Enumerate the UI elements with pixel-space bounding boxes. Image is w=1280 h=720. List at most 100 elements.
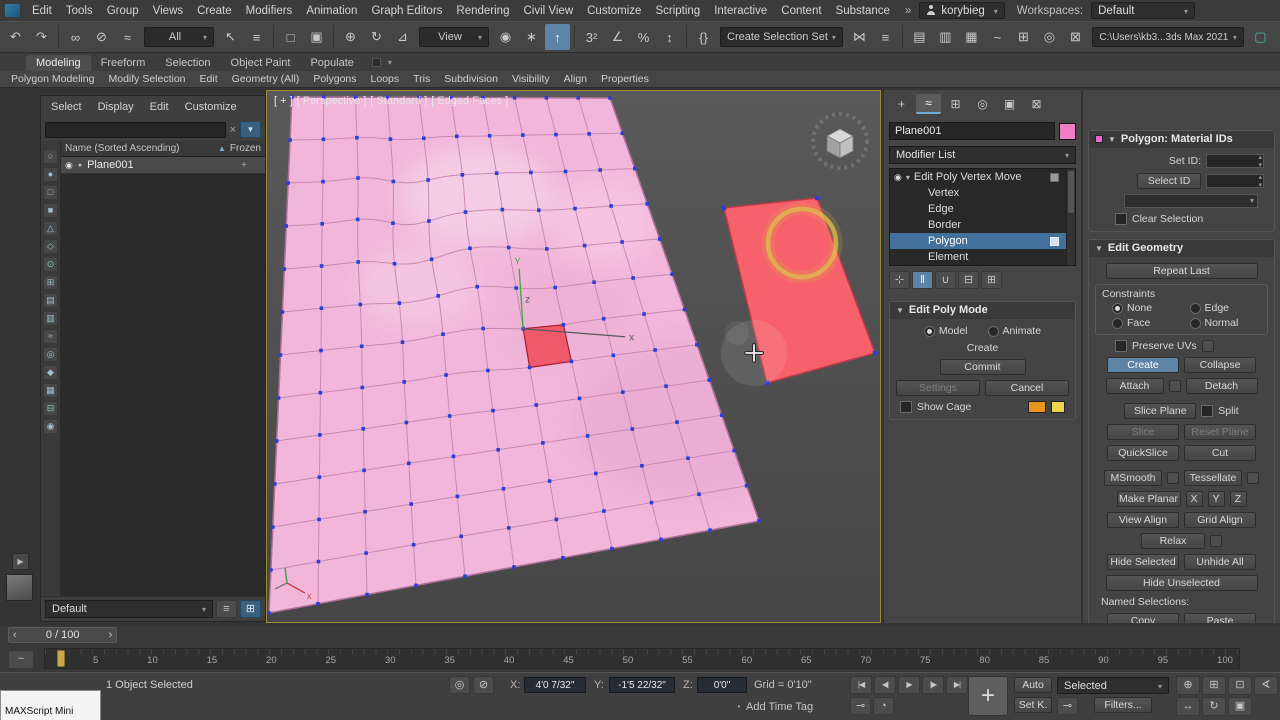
menu-item[interactable]: Create	[190, 3, 239, 19]
utilities-tab[interactable]: ⊠	[1024, 94, 1049, 114]
menu-item[interactable]: Civil View	[516, 3, 580, 19]
pan-icon[interactable]: ↔	[1176, 697, 1200, 716]
timeline-tick-label[interactable]: 90	[1098, 655, 1109, 666]
select-and-move-icon[interactable]: ⊕	[338, 24, 363, 50]
bind-to-spacewarp-icon[interactable]: ≈	[115, 24, 140, 50]
expand-toolbar-arrow[interactable]: ▶	[12, 553, 29, 570]
material-ids-header[interactable]: ▼ Polygon: Material IDs	[1089, 131, 1274, 148]
list-item-plane001[interactable]: ◉ ● Plane001 +	[61, 157, 265, 174]
curve-editor-icon[interactable]: ~	[985, 24, 1010, 50]
display-all-icon[interactable]: ○	[43, 149, 58, 164]
timeline-tick-label[interactable]: 65	[801, 655, 812, 666]
planar-z-button[interactable]: Z	[1229, 491, 1247, 507]
ribbon-panel-title[interactable]: Align	[557, 73, 594, 85]
named-selection-sets-dropdown[interactable]: Create Selection Set	[720, 27, 843, 47]
animate-radio[interactable]: Animate	[987, 325, 1041, 337]
display-frozen-icon[interactable]: ▦	[43, 383, 58, 398]
maxscript-mini-listener[interactable]: MAXScript Mini	[0, 690, 101, 720]
display-shapes-icon[interactable]: □	[43, 185, 58, 200]
display-spacewarps-icon[interactable]: ⊙	[43, 257, 58, 272]
workspace-dropdown[interactable]: Default	[1091, 2, 1196, 19]
ribbon-panel-title[interactable]: Properties	[594, 73, 656, 85]
scene-explorer-menu[interactable]: Display	[98, 101, 134, 113]
y-coord-field[interactable]: -1'5 22/32"	[609, 677, 675, 693]
modify-tab[interactable]: ≈	[916, 94, 941, 114]
mirror-icon[interactable]: ⋈	[847, 24, 872, 50]
view-align-button[interactable]: View Align	[1107, 512, 1179, 528]
constraint-face-radio[interactable]: Face	[1112, 317, 1184, 329]
toggle-scene-explorer-icon[interactable]: ▤	[907, 24, 932, 50]
relax-button[interactable]: Relax	[1141, 533, 1205, 549]
make-planar-button[interactable]: Make Planar	[1116, 491, 1181, 507]
model-radio[interactable]: Model	[923, 325, 968, 337]
viewport-label-segment[interactable]: [ Edged Faces ]	[431, 95, 508, 107]
maximize-viewport-icon[interactable]: ▣	[1228, 697, 1252, 716]
ribbon-panel-title[interactable]: Subdivision	[437, 73, 505, 85]
viewport-layout-thumbnail[interactable]	[6, 574, 33, 601]
create-button[interactable]: Create	[1107, 357, 1179, 373]
z-coord-field[interactable]: 0'0"	[697, 677, 747, 693]
key-filter-dropdown[interactable]: Selected	[1057, 677, 1169, 694]
field-of-view-icon[interactable]: ∢	[1254, 676, 1278, 695]
snaps-toggle-icon[interactable]: 3²	[579, 24, 604, 50]
rectangular-region-icon[interactable]: □	[278, 24, 303, 50]
time-slider-track[interactable]: ‹ 0 / 100 ›	[0, 626, 1280, 644]
render-frame-icon[interactable]: ▢	[1248, 24, 1273, 50]
commit-button[interactable]: Commit	[939, 359, 1026, 375]
menu-overflow-chevron[interactable]: »	[897, 5, 919, 17]
previous-frame-button[interactable]: ◀|	[874, 676, 896, 694]
scene-explorer-menu[interactable]: Select	[51, 101, 82, 113]
timeline-tick-label[interactable]: 15	[207, 655, 218, 666]
timeline-tick-label[interactable]: 70	[860, 655, 871, 666]
menu-item[interactable]: Views	[146, 3, 190, 19]
display-hidden-icon[interactable]: ⊟	[43, 401, 58, 416]
stack-item-edit-poly[interactable]: ◉ ▾ Edit Poly Vertex Move	[890, 169, 1075, 185]
select-id-button[interactable]: Select ID	[1137, 173, 1201, 189]
selected-cage-color-swatch[interactable]	[1051, 401, 1065, 413]
edit-named-selection-sets-icon[interactable]: {}	[691, 24, 716, 50]
viewport-canvas[interactable]: Y z x x	[267, 91, 880, 622]
constraint-normal-radio[interactable]: Normal	[1189, 317, 1262, 329]
reference-coordinate-dropdown[interactable]: View	[419, 27, 489, 47]
msmooth-button[interactable]: MSmooth	[1104, 470, 1162, 486]
select-object-icon[interactable]: ↖	[218, 24, 243, 50]
copy-button[interactable]: Copy	[1107, 613, 1179, 623]
schematic-view-icon[interactable]: ⊞	[1011, 24, 1036, 50]
select-id-spinner[interactable]	[1206, 173, 1264, 189]
motion-tab[interactable]: ◎	[970, 94, 995, 114]
edit-geometry-header[interactable]: ▼ Edit Geometry	[1089, 240, 1274, 257]
mini-curve-editor-button[interactable]: ~	[8, 650, 34, 669]
time-slider-handle[interactable]: ‹ 0 / 100 ›	[8, 627, 118, 643]
msmooth-settings-button[interactable]	[1167, 472, 1179, 484]
timeline-tick-label[interactable]: 95	[1158, 655, 1169, 666]
menu-item[interactable]: Customize	[580, 3, 648, 19]
select-and-scale-icon[interactable]: ⊿	[390, 24, 415, 50]
hide-unselected-button[interactable]: Hide Unselected	[1105, 575, 1258, 591]
orbit-icon[interactable]: ↻	[1202, 697, 1226, 716]
play-button[interactable]: ▶	[898, 676, 920, 694]
constraint-edge-radio[interactable]: Edge	[1189, 302, 1262, 314]
stack-item-element[interactable]: Element	[890, 249, 1075, 265]
detach-button[interactable]: Detach	[1185, 378, 1258, 394]
slice-button[interactable]: Slice	[1107, 424, 1179, 440]
select-and-link-icon[interactable]: ∞	[63, 24, 88, 50]
user-account-dropdown[interactable]: korybieg	[919, 2, 1005, 19]
scene-explorer-menu[interactable]: Customize	[185, 101, 237, 113]
quickslice-button[interactable]: QuickSlice	[1107, 445, 1179, 461]
pin-stack-icon[interactable]: ⊹	[889, 271, 910, 289]
ribbon-config-dropdown[interactable]	[371, 56, 392, 71]
menu-item[interactable]: Substance	[829, 3, 897, 19]
key-filters-toggle-icon[interactable]: ⊸	[1057, 697, 1078, 715]
menu-item[interactable]: Content	[774, 3, 828, 19]
planar-x-button[interactable]: X	[1185, 491, 1203, 507]
display-cameras-icon[interactable]: △	[43, 221, 58, 236]
timeline-tick-label[interactable]: 5	[93, 655, 98, 666]
x-coord-field[interactable]: 4'0 7/32"	[524, 677, 586, 693]
menu-item[interactable]: Animation	[299, 3, 364, 19]
preserve-uvs-settings-button[interactable]	[1201, 340, 1214, 352]
cage-color-swatch[interactable]	[1028, 401, 1046, 413]
timeline-position-handle[interactable]	[57, 650, 65, 667]
go-to-end-button[interactable]: ▶|	[946, 676, 968, 694]
grid-align-button[interactable]: Grid Align	[1184, 512, 1256, 528]
track-bar[interactable]: 5 10 15 20 25 30 35 40 45 50 55 60 65 70 75 80 85 90 95 100	[44, 648, 1240, 669]
